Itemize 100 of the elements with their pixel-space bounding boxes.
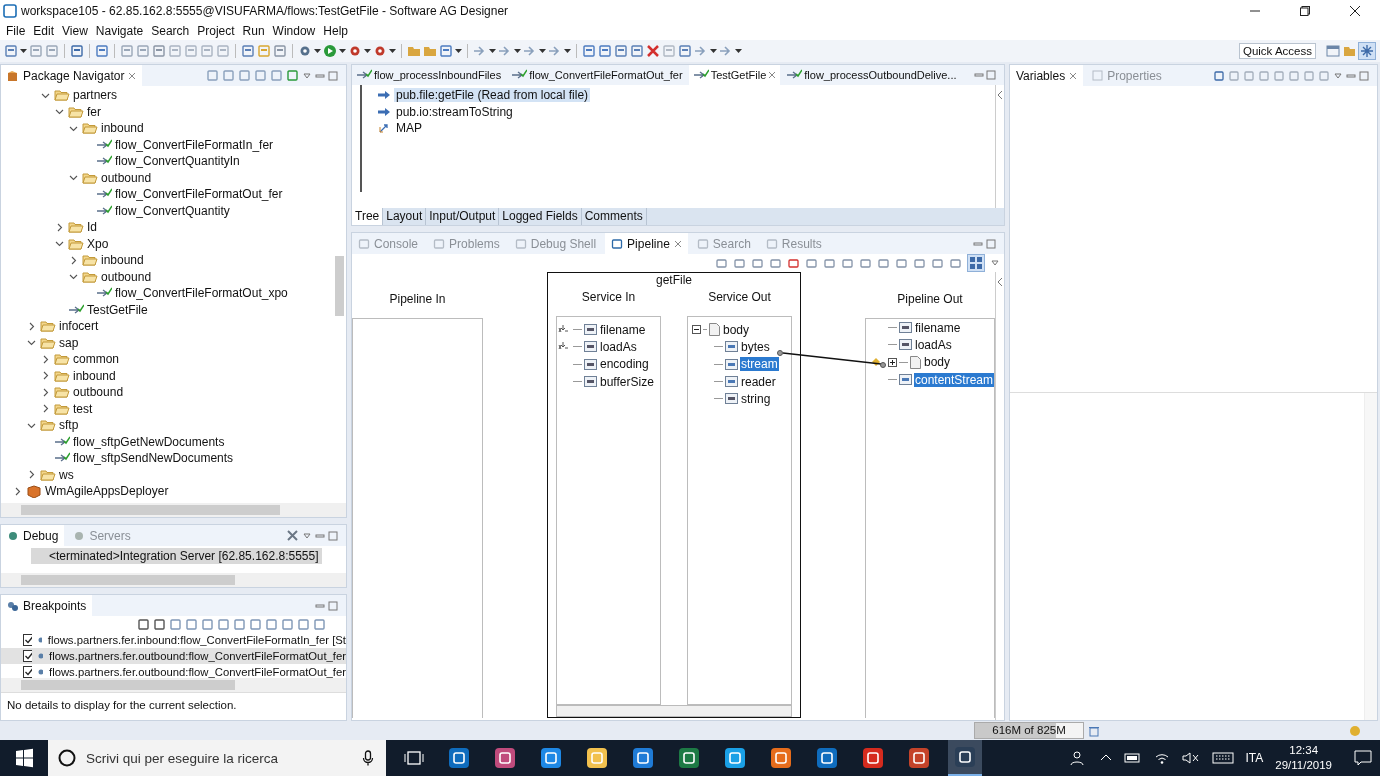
scrollbar[interactable] — [1, 573, 346, 587]
tree-item[interactable]: inbound — [101, 121, 144, 136]
field-name[interactable]: string — [740, 391, 772, 406]
gear-icon[interactable] — [298, 44, 312, 58]
toolbar-icon[interactable] — [45, 44, 59, 58]
tree-item[interactable]: fer — [87, 104, 101, 119]
breakpoint-toolbar-icon[interactable] — [233, 618, 246, 631]
toolbar-icon[interactable] — [70, 44, 84, 58]
field-name[interactable]: body — [923, 355, 952, 370]
toolbar-icon[interactable] — [582, 44, 596, 58]
toolbar-icon[interactable] — [598, 44, 612, 58]
tree-item[interactable]: sftp — [59, 418, 79, 433]
tree-item[interactable]: TestGetFile — [87, 302, 148, 317]
collapse-toggle-icon[interactable] — [692, 325, 701, 335]
toolbar-icon[interactable] — [614, 44, 628, 58]
field-name[interactable]: filename — [599, 322, 647, 337]
pipeline-toolbar-icon[interactable] — [877, 256, 890, 270]
tree-item[interactable]: flow_ConvertFileFormatOut_fer — [115, 187, 283, 202]
pipeline-toolbar-icon[interactable] — [895, 256, 908, 270]
scrollbar[interactable] — [556, 705, 792, 717]
menu-item[interactable]: File — [3, 23, 31, 38]
view-toolbar-icon[interactable] — [1303, 69, 1315, 82]
view-toolbar-icon[interactable] — [270, 69, 283, 82]
perspective-icon[interactable] — [1358, 42, 1376, 60]
minimize-icon[interactable] — [974, 70, 984, 80]
expand-chevron-icon[interactable] — [69, 272, 78, 282]
breakpoint-row[interactable]: flows.partners.fer.outbound:flow_ConvertFileFormatOut_fer — [1, 664, 346, 678]
folder-icon[interactable] — [407, 44, 421, 58]
view-toolbar-icon[interactable] — [222, 69, 235, 82]
task-view-icon[interactable] — [404, 750, 424, 766]
maximize-icon[interactable] — [1300, 5, 1310, 16]
expand-chevron-icon[interactable] — [27, 470, 36, 480]
toolbar-icon[interactable] — [95, 44, 109, 58]
expand-chevron-icon[interactable] — [55, 239, 64, 249]
app-icon[interactable] — [724, 747, 746, 769]
view-tab[interactable]: Pipeline — [605, 233, 688, 254]
view-tab[interactable]: Package Navigator — [1, 65, 143, 86]
toolbar-icon[interactable] — [241, 44, 255, 58]
view-toolbar-icon[interactable] — [1243, 69, 1255, 82]
field-name[interactable]: bytes — [740, 339, 771, 354]
perspective-icon[interactable] — [1326, 44, 1340, 58]
tree-item[interactable]: WmAgileAppsDeployer — [45, 484, 169, 499]
breakpoint-toolbar-icon[interactable] — [281, 618, 294, 631]
breakpoint-toolbar-icon[interactable] — [265, 618, 278, 631]
field-name[interactable]: stream — [740, 357, 779, 372]
view-tab[interactable]: Breakpoints — [1, 595, 93, 616]
keyboard-icon[interactable] — [1211, 752, 1234, 764]
view-toolbar-icon[interactable] — [1228, 69, 1240, 82]
pipeline-toolbar-icon[interactable] — [931, 256, 944, 270]
breakpoint-toolbar-icon[interactable] — [313, 618, 326, 631]
tree-item[interactable]: test — [73, 401, 93, 416]
field-name[interactable]: encoding — [599, 357, 650, 372]
expand-chevron-icon[interactable] — [55, 107, 64, 117]
view-toolbar-icon[interactable] — [1273, 69, 1285, 82]
view-toolbar-icon[interactable] — [1288, 69, 1300, 82]
editor-tab[interactable]: flow_processInboundFiles — [352, 65, 506, 85]
tree-item[interactable]: sap — [59, 335, 79, 350]
toolbar-icon[interactable] — [257, 44, 271, 58]
muted-speaker-icon[interactable] — [1181, 751, 1200, 765]
expand-chevron-icon[interactable] — [69, 255, 78, 265]
tree-item[interactable]: inbound — [73, 368, 116, 383]
app-icon[interactable] — [908, 747, 930, 769]
editor-tab[interactable]: flow_processOutboundDelive... — [782, 65, 961, 85]
field-name[interactable]: loadAs — [599, 339, 638, 354]
expand-chevron-icon[interactable] — [27, 321, 36, 331]
remove-all-icon[interactable] — [286, 529, 299, 542]
checkbox[interactable] — [23, 634, 32, 646]
notification-center-icon[interactable] — [1354, 750, 1372, 766]
input-language[interactable]: ITA — [1245, 751, 1264, 765]
heap-status-bar[interactable]: 616M of 825M — [974, 722, 1084, 739]
bug-icon[interactable] — [373, 44, 387, 58]
view-tab[interactable]: Variables — [1010, 65, 1084, 86]
breakpoint-toolbar-icon[interactable] — [297, 618, 310, 631]
tree-item[interactable]: Id — [87, 220, 97, 235]
taskbar-search-field[interactable]: Scrivi qui per eseguire la ricerca — [48, 740, 386, 776]
tree-item[interactable]: common — [73, 352, 119, 367]
trash-icon[interactable] — [1088, 724, 1100, 737]
tree-item[interactable]: inbound — [101, 253, 144, 268]
pipeline-toolbar-icon[interactable] — [787, 256, 800, 270]
pipeline-toolbar-icon[interactable] — [841, 256, 854, 270]
pipeline-toolbar-icon[interactable] — [949, 256, 962, 270]
debug-target-item[interactable]: <terminated>Integration Server [62.85.162.8:5555] — [31, 548, 322, 564]
toolbar-icon[interactable] — [630, 44, 644, 58]
toolbar-icon[interactable] — [439, 44, 453, 58]
checkbox[interactable] — [23, 666, 33, 678]
view-tab[interactable]: Debug — [1, 525, 65, 546]
expand-toggle-icon[interactable] — [888, 357, 897, 367]
tree-item[interactable]: infocert — [59, 319, 99, 334]
view-toolbar-icon[interactable] — [1258, 69, 1270, 82]
toolbar-icon[interactable] — [120, 44, 134, 58]
toolbar-icon[interactable] — [678, 44, 692, 58]
menu-item[interactable]: Help — [320, 23, 353, 38]
mapping-link[interactable] — [777, 350, 887, 370]
field-name[interactable]: loadAs — [914, 337, 953, 352]
app-icon[interactable] — [678, 747, 700, 769]
toolbar-icon[interactable] — [273, 44, 287, 58]
pipeline-toolbar-icon[interactable] — [733, 256, 746, 270]
tree-item[interactable]: flow_ConvertFileFormatOut_xpo — [115, 286, 288, 301]
scrollbar[interactable] — [1, 678, 346, 692]
editor-tab[interactable]: flow_ConvertFileFormatOut_fer — [507, 65, 687, 85]
